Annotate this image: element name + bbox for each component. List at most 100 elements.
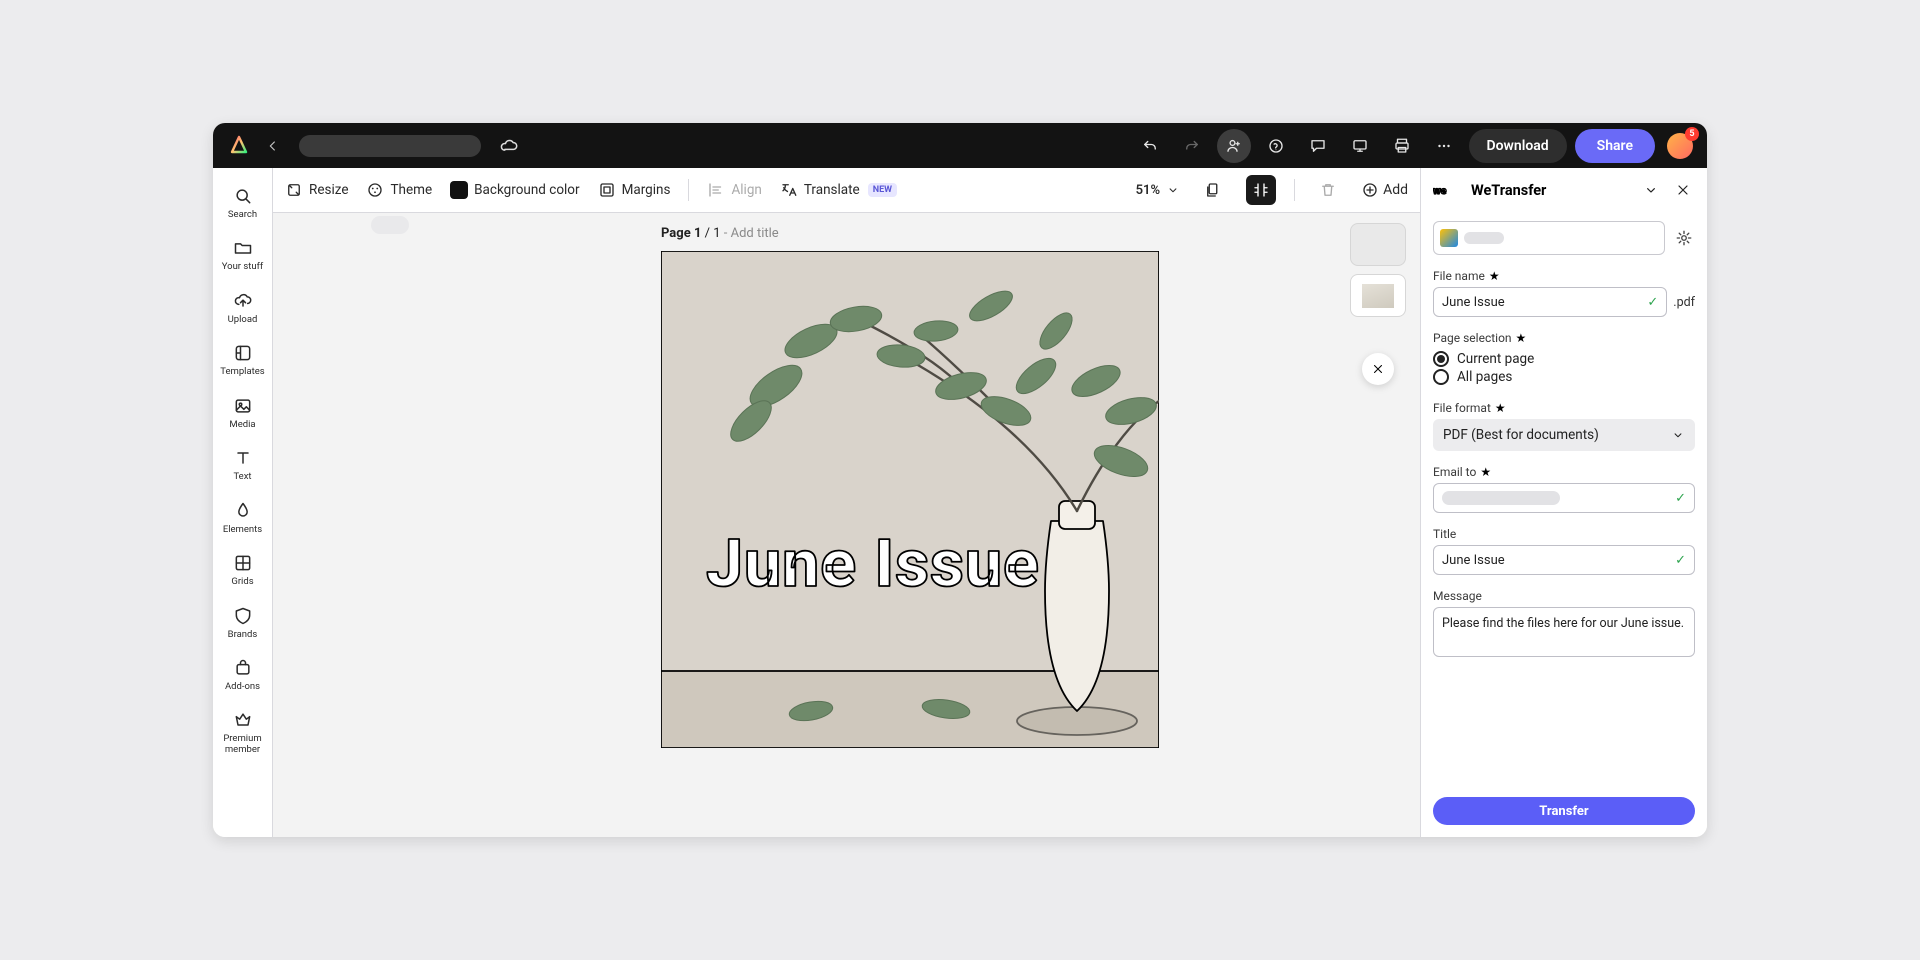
elements-icon: [233, 501, 253, 521]
sidebar-item-brands[interactable]: Brands: [213, 600, 273, 646]
sidebar-label: Elements: [223, 525, 262, 535]
sidebar-label: Grids: [231, 577, 253, 587]
sidebar-item-media[interactable]: Media: [213, 390, 273, 436]
margins-button[interactable]: Margins: [598, 181, 671, 199]
pages-button[interactable]: [1198, 175, 1228, 205]
collapse-panel-button[interactable]: [1639, 178, 1663, 202]
margins-label: Margins: [622, 182, 671, 198]
account-logo-icon: [1440, 229, 1458, 247]
app-body: Search Your stuff Upload Templates Media…: [213, 168, 1707, 837]
invite-button[interactable]: [1217, 129, 1251, 163]
email-to-input[interactable]: ✓: [1433, 483, 1695, 513]
message-label: Message: [1433, 589, 1695, 603]
zoom-control[interactable]: 51%: [1136, 183, 1180, 198]
canvas-pill: [371, 216, 409, 234]
page-selection-label: Page selection★: [1433, 331, 1695, 345]
print-button[interactable]: [1385, 129, 1419, 163]
add-button[interactable]: Add: [1361, 181, 1408, 199]
download-button[interactable]: Download: [1469, 129, 1567, 163]
search-input[interactable]: [299, 135, 481, 157]
undo-button[interactable]: [1133, 129, 1167, 163]
radio-current-page[interactable]: Current page: [1433, 351, 1695, 367]
sidebar-item-premium[interactable]: Premium member: [213, 704, 273, 761]
title-label: Title: [1433, 527, 1695, 541]
sidebar-label: Brands: [228, 630, 258, 640]
search-icon: [233, 186, 253, 206]
view-mode-button[interactable]: [1246, 175, 1276, 205]
resize-label: Resize: [309, 182, 348, 198]
theme-button[interactable]: Theme: [366, 181, 432, 199]
settings-button[interactable]: [1673, 227, 1695, 249]
sidebar-item-text[interactable]: Text: [213, 442, 273, 488]
sidebar-label: Text: [233, 472, 251, 482]
wetransfer-logo-icon: we: [1433, 182, 1463, 198]
account-select[interactable]: [1433, 221, 1665, 255]
chevron-down-icon: [1166, 183, 1180, 197]
sidebar-item-elements[interactable]: Elements: [213, 495, 273, 541]
canvas[interactable]: Page 1 / 1 - Add title: [273, 213, 1420, 837]
transfer-button[interactable]: Transfer: [1433, 797, 1695, 825]
sidebar-item-templates[interactable]: Templates: [213, 337, 273, 383]
templates-icon: [233, 343, 253, 363]
notification-badge: 5: [1685, 127, 1699, 141]
sidebar-item-upload[interactable]: Upload: [213, 285, 273, 331]
file-extension: .pdf: [1673, 295, 1695, 310]
sidebar-label: Premium member: [213, 734, 273, 755]
translate-label: Translate: [804, 182, 860, 198]
user-avatar[interactable]: 5: [1667, 133, 1693, 159]
more-button[interactable]: [1427, 129, 1461, 163]
addons-icon: [233, 658, 253, 678]
chevron-down-icon: [1671, 428, 1685, 442]
close-panel-button[interactable]: [1671, 178, 1695, 202]
page-indicator[interactable]: Page 1 / 1 - Add title: [661, 226, 779, 241]
sidebar-item-your-stuff[interactable]: Your stuff: [213, 232, 273, 278]
sidebar-label: Your stuff: [222, 262, 264, 272]
media-icon: [233, 396, 253, 416]
sidebar-item-grids[interactable]: Grids: [213, 547, 273, 593]
check-icon: ✓: [1647, 295, 1658, 310]
zoom-level: 51%: [1136, 183, 1160, 198]
sidebar-item-addons[interactable]: Add-ons: [213, 652, 273, 698]
share-button[interactable]: Share: [1575, 129, 1655, 163]
sidebar-item-search[interactable]: Search: [213, 180, 273, 226]
thumb-page-1[interactable]: [1350, 274, 1406, 317]
close-thumbs-button[interactable]: [1362, 353, 1394, 385]
canvas-headline[interactable]: June Issue: [706, 526, 1040, 603]
email-to-label: Email to★: [1433, 465, 1695, 479]
message-textarea[interactable]: Please find the files here for our June …: [1433, 607, 1695, 657]
back-button[interactable]: [259, 132, 287, 160]
context-toolbar: Resize Theme Background color Margins Al…: [273, 168, 1420, 213]
translate-button[interactable]: Translate NEW: [780, 181, 897, 199]
file-format-label: File format★: [1433, 401, 1695, 415]
help-button[interactable]: [1259, 129, 1293, 163]
panel-body: File name★ June Issue✓ .pdf Page selecti…: [1421, 213, 1707, 837]
bgcolor-button[interactable]: Background color: [450, 181, 579, 199]
add-label: Add: [1383, 182, 1408, 198]
title-input[interactable]: June Issue✓: [1433, 545, 1695, 575]
sidebar-label: Media: [229, 420, 255, 430]
delete-button[interactable]: [1313, 175, 1343, 205]
cloud-sync-icon[interactable]: [495, 132, 523, 160]
new-badge: NEW: [868, 183, 897, 197]
app-logo[interactable]: [227, 134, 251, 158]
resize-button[interactable]: Resize: [285, 181, 348, 199]
filename-input[interactable]: June Issue✓: [1433, 287, 1667, 317]
bgcolor-swatch: [450, 181, 468, 199]
radio-all-pages[interactable]: All pages: [1433, 369, 1695, 385]
toolbar-divider: [688, 179, 689, 201]
svg-text:we: we: [1433, 184, 1447, 197]
comments-button[interactable]: [1301, 129, 1335, 163]
file-format-select[interactable]: PDF (Best for documents): [1433, 419, 1695, 451]
redo-button[interactable]: [1175, 129, 1209, 163]
filename-label: File name★: [1433, 269, 1695, 283]
artboard[interactable]: June Issue: [661, 251, 1159, 748]
align-button[interactable]: Align: [707, 181, 761, 199]
account-placeholder: [1464, 232, 1504, 244]
sidebar-label: Add-ons: [225, 682, 260, 692]
bgcolor-label: Background color: [474, 182, 579, 198]
present-button[interactable]: [1343, 129, 1377, 163]
premium-icon: [233, 710, 253, 730]
panel-header: we WeTransfer: [1421, 168, 1707, 213]
thumb-blank[interactable]: [1350, 223, 1406, 266]
check-icon: ✓: [1675, 553, 1686, 568]
